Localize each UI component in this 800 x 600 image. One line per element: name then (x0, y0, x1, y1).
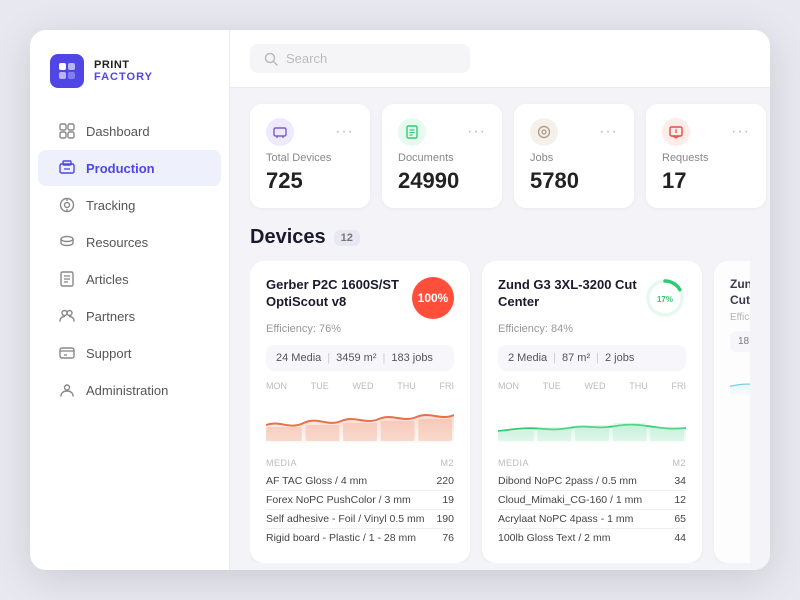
devices-label: Total Devices (266, 152, 354, 164)
logo-factory: FACTORY (94, 71, 153, 83)
zund1-jobs: 2 jobs (605, 352, 634, 364)
devices-value: 725 (266, 168, 354, 194)
articles-icon (58, 270, 76, 288)
gerber-media-row-1: AF TAC Gloss / 4 mm 220 (266, 472, 454, 491)
sidebar-label-dashboard: Dashboard (86, 124, 150, 139)
tracking-icon (58, 196, 76, 214)
gerber-efficiency-text: Efficiency: 76% (266, 323, 454, 335)
gerber-media-count: 24 Media (276, 352, 321, 364)
jobs-stat-icon (530, 118, 558, 146)
requests-value: 17 (662, 168, 750, 194)
jobs-label: Jobs (530, 152, 618, 164)
devices-stat-icon (266, 118, 294, 146)
zund1-media-row-2: Cloud_Mimaki_CG-160 / 1 mm 12 (498, 491, 686, 510)
zund2-stats: 18 Med... (730, 331, 750, 352)
device-card-gerber: Gerber P2C 1600S/ST OptiScout v8 100% Ef… (250, 261, 470, 563)
sidebar-item-resources[interactable]: Resources (38, 224, 221, 260)
zund1-efficiency-circle: 17% (644, 277, 686, 319)
logo-area: PRINT FACTORY (30, 54, 229, 112)
stat-card-jobs: ··· Jobs 5780 (514, 104, 634, 208)
zund2-chart-svg (730, 360, 750, 400)
sidebar-item-dashboard[interactable]: Dashboard (38, 113, 221, 149)
zund1-chart-svg (498, 395, 686, 443)
logo-text: PRINT FACTORY (94, 59, 153, 83)
zund1-media-row-1: Dibond NoPC 2pass / 0.5 mm 34 (498, 472, 686, 491)
devices-menu-dots[interactable]: ··· (335, 123, 354, 141)
gerber-media-row-2: Forex NoPC PushColor / 3 mm 19 (266, 491, 454, 510)
zund1-efficiency-text: Efficiency: 84% (498, 323, 686, 335)
support-icon (58, 344, 76, 362)
documents-value: 24990 (398, 168, 486, 194)
gerber-chart-svg (266, 395, 454, 443)
zund1-area: 87 m² (562, 352, 590, 364)
production-icon (58, 159, 76, 177)
dashboard-icon (58, 122, 76, 140)
search-box[interactable]: Search (250, 44, 470, 73)
gerber-media-row-4: Rigid board - Plastic / 1 - 28 mm 76 (266, 529, 454, 547)
jobs-menu-dots[interactable]: ··· (599, 123, 618, 141)
topbar: Search (230, 30, 770, 88)
device-card-zund2: Zund G3Cut Cen... Efficiency... 18 Med..… (714, 261, 750, 563)
sidebar-item-support[interactable]: Support (38, 335, 221, 371)
resources-icon (58, 233, 76, 251)
search-icon (264, 52, 278, 66)
gerber-title: Gerber P2C 1600S/ST OptiScout v8 (266, 277, 412, 311)
sidebar-label-support: Support (86, 346, 132, 361)
zund1-title: Zund G3 3XL-3200 Cut Center (498, 277, 644, 311)
gerber-stats-row: 24 Media | 3459 m² | 183 jobs (266, 345, 454, 371)
zund1-stats-row: 2 Media | 87 m² | 2 jobs (498, 345, 686, 371)
partners-icon (58, 307, 76, 325)
requests-label: Requests (662, 152, 750, 164)
documents-stat-icon (398, 118, 426, 146)
svg-text:17%: 17% (657, 295, 673, 304)
stat-card-devices: ··· Total Devices 725 (250, 104, 370, 208)
sidebar-label-administration: Administration (86, 383, 168, 398)
sidebar-item-tracking[interactable]: Tracking (38, 187, 221, 223)
sidebar-label-production: Production (86, 161, 155, 176)
zund1-media-row-3: Acrylaat NoPC 4pass - 1 mm 65 (498, 510, 686, 529)
gerber-media-row-3: Self adhesive - Foil / Vinyl 0.5 mm 190 (266, 510, 454, 529)
stat-card-documents: ··· Documents 24990 (382, 104, 502, 208)
logo-icon (50, 54, 84, 88)
devices-count-badge: 12 (334, 230, 360, 246)
documents-menu-dots[interactable]: ··· (467, 123, 486, 141)
sidebar-label-resources: Resources (86, 235, 148, 250)
zund1-media-row-4: 100lb Gloss Text / 2 mm 44 (498, 529, 686, 547)
jobs-value: 5780 (530, 168, 618, 194)
nav-section: Dashboard Production (30, 112, 229, 554)
sidebar-item-articles[interactable]: Articles (38, 261, 221, 297)
requests-stat-icon (662, 118, 690, 146)
requests-menu-dots[interactable]: ··· (731, 123, 750, 141)
sidebar-label-partners: Partners (86, 309, 135, 324)
stat-card-requests: ··· Requests 17 (646, 104, 766, 208)
devices-section-title: Devices 12 (250, 226, 750, 249)
logo-print: PRINT (94, 59, 153, 71)
gerber-chart: MON TUE WED THU FRI (266, 381, 454, 448)
zund2-efficiency: Efficiency... (730, 312, 750, 323)
device-card-zund1: Zund G3 3XL-3200 Cut Center 17% Efficien… (482, 261, 702, 563)
sidebar-label-articles: Articles (86, 272, 129, 287)
documents-label: Documents (398, 152, 486, 164)
main-content: Search ··· (230, 30, 770, 570)
sidebar-label-tracking: Tracking (86, 198, 135, 213)
zund1-media-table: MEDIA M2 Dibond NoPC 2pass / 0.5 mm 34 C… (498, 458, 686, 547)
sidebar-item-production[interactable]: Production (38, 150, 221, 186)
sidebar: PRINT FACTORY Dashboard (30, 30, 230, 570)
sidebar-item-administration[interactable]: Administration (38, 372, 221, 408)
zund2-title: Zund G3Cut Cen... (730, 277, 750, 308)
search-placeholder: Search (286, 51, 327, 66)
content-area: ··· Total Devices 725 (230, 88, 770, 570)
zund1-media-count: 2 Media (508, 352, 547, 364)
stat-cards: ··· Total Devices 725 (250, 104, 750, 208)
devices-heading: Devices (250, 226, 326, 249)
sidebar-item-partners[interactable]: Partners (38, 298, 221, 334)
administration-icon (58, 381, 76, 399)
gerber-efficiency-badge: 100% (412, 277, 454, 319)
device-cards-container: Gerber P2C 1600S/ST OptiScout v8 100% Ef… (250, 261, 750, 563)
app-window: PRINT FACTORY Dashboard (30, 30, 770, 570)
zund1-chart: MON TUE WED THU FRI (498, 381, 686, 448)
gerber-area: 3459 m² (336, 352, 376, 364)
gerber-jobs: 183 jobs (391, 352, 433, 364)
gerber-media-table: MEDIA M2 AF TAC Gloss / 4 mm 220 Forex N… (266, 458, 454, 547)
